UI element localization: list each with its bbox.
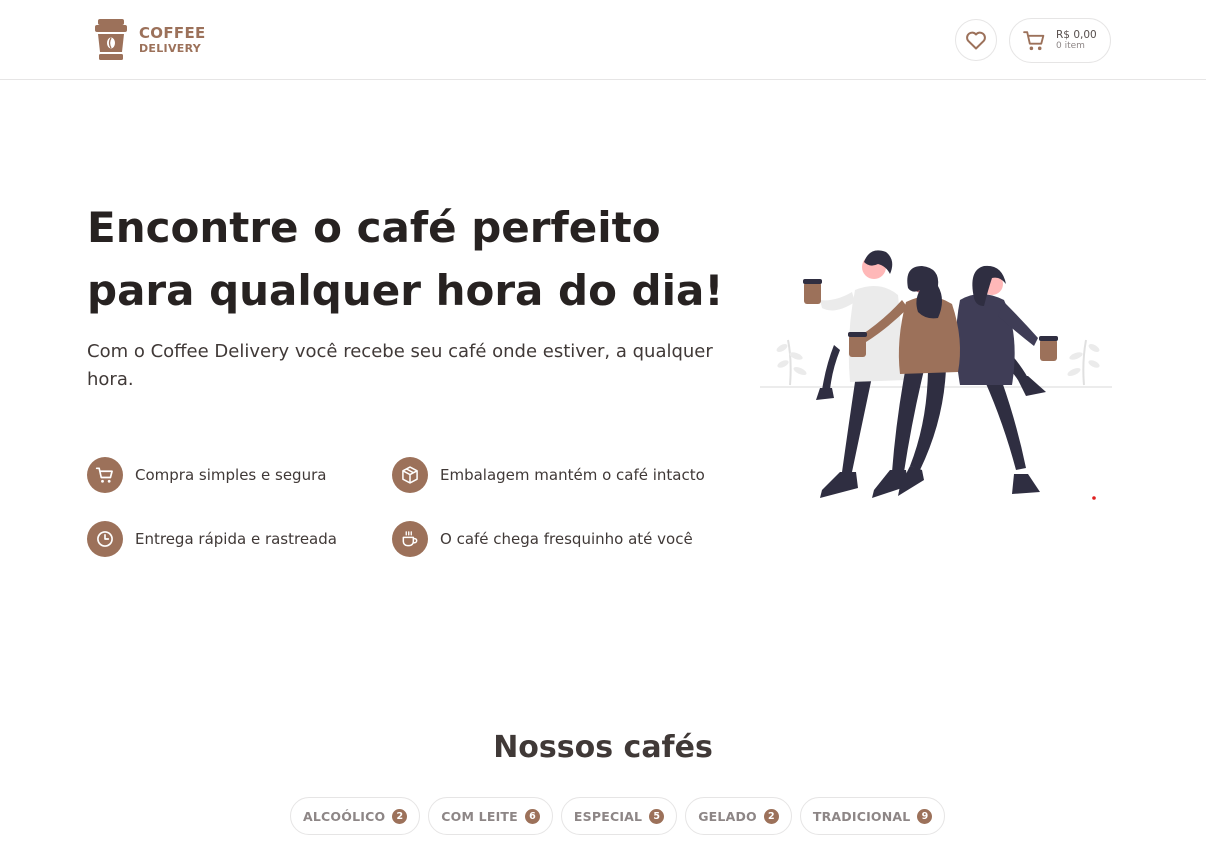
filter-label: COM LEITE — [441, 808, 518, 824]
person-white-shirt — [803, 250, 906, 498]
hero-title: Encontre o café perfeito para qualquer h… — [87, 196, 727, 322]
header: COFFEE DELIVERY R$ 0,00 0 item — [0, 0, 1206, 80]
heart-icon — [966, 31, 986, 50]
cart-icon — [95, 467, 113, 483]
hero-title-line1: Encontre o café perfeito — [87, 203, 661, 252]
filter-traditional[interactable]: TRADICIONAL 9 — [799, 797, 946, 835]
favorites-button[interactable] — [955, 19, 997, 61]
feature-icon-circle — [392, 457, 428, 493]
plant-right — [1067, 339, 1100, 386]
feature-icon-circle — [392, 521, 428, 557]
filter-count-badge: 9 — [917, 808, 933, 824]
feature-icon-circle — [87, 521, 123, 557]
filter-label: GELADO — [698, 808, 757, 824]
feature-fast-delivery: Entrega rápida e rastreada — [87, 521, 337, 557]
hero-illustration — [760, 250, 1112, 500]
cart-total: R$ 0,00 — [1056, 29, 1097, 42]
filter-label: TRADICIONAL — [812, 808, 911, 824]
category-filters: ALCOÓLICO 2 COM LEITE 6 ESPECIAL 5 GELAD… — [290, 797, 946, 835]
feature-label: Embalagem mantém o café intacto — [440, 466, 705, 484]
filter-with-milk[interactable]: COM LEITE 6 — [428, 797, 553, 835]
cart-icon — [1023, 31, 1045, 51]
hero-subtitle: Com o Coffee Delivery você recebe seu ca… — [87, 341, 713, 390]
filter-special[interactable]: ESPECIAL 5 — [560, 797, 678, 835]
feature-label: Compra simples e segura — [135, 466, 327, 484]
filter-label: ALCOÓLICO — [303, 808, 386, 824]
feature-packaging: Embalagem mantém o café intacto — [392, 457, 705, 493]
feature-fresh-coffee: O café chega fresquinho até você — [392, 521, 693, 557]
cart-summary: R$ 0,00 0 item — [1056, 29, 1097, 51]
clock-icon — [97, 531, 113, 547]
logo-text: COFFEE DELIVERY — [139, 24, 206, 55]
hero-title-line2: para qualquer hora do dia! — [87, 266, 724, 315]
package-icon — [402, 466, 418, 484]
cart-button[interactable]: R$ 0,00 0 item — [1009, 18, 1111, 63]
logo[interactable]: COFFEE DELIVERY — [95, 18, 206, 62]
coffee-cup-logo-icon — [95, 19, 127, 60]
filter-label: ESPECIAL — [573, 808, 643, 824]
cart-item-count: 0 item — [1056, 41, 1085, 52]
person-dark-shirt — [956, 265, 1058, 494]
menu-section-title: Nossos cafés — [493, 730, 713, 765]
filter-count-badge: 2 — [392, 808, 408, 824]
plant-left — [776, 339, 807, 386]
feature-icon-circle — [87, 457, 123, 493]
filter-iced[interactable]: GELADO 2 — [685, 797, 792, 835]
filter-alcoholic[interactable]: ALCOÓLICO 2 — [290, 797, 421, 835]
filter-count-badge: 6 — [524, 808, 540, 824]
feature-label: Entrega rápida e rastreada — [135, 530, 337, 548]
logo-subtitle: DELIVERY — [139, 42, 202, 55]
coffee-cup-icon — [402, 531, 418, 547]
logo-title: COFFEE — [139, 24, 206, 42]
filter-count-badge: 5 — [649, 808, 665, 824]
filter-count-badge: 2 — [763, 808, 779, 824]
feature-secure-purchase: Compra simples e segura — [87, 457, 326, 493]
feature-label: O café chega fresquinho até você — [440, 530, 693, 548]
